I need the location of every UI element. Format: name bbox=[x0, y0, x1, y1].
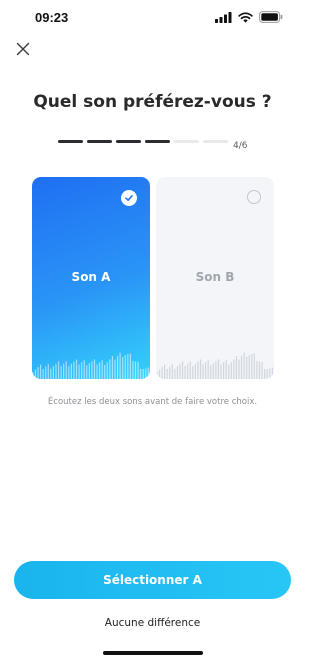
sound-card-a[interactable]: Son A bbox=[32, 177, 150, 379]
progress-segment bbox=[203, 140, 228, 143]
no-difference-button[interactable]: Aucune différence bbox=[0, 617, 305, 629]
progress-segment bbox=[58, 140, 83, 143]
progress-segment bbox=[174, 140, 199, 143]
select-button[interactable]: Sélectionner A bbox=[14, 561, 291, 599]
page-title: Quel son préférez-vous ? bbox=[33, 92, 272, 112]
progress-segment bbox=[145, 140, 170, 143]
hint-text: Écoutez les deux sons avant de faire vot… bbox=[47, 397, 258, 407]
progress-bar bbox=[58, 140, 232, 143]
home-indicator bbox=[103, 651, 203, 655]
progress-segment bbox=[87, 140, 112, 143]
progress-count: 4/6 bbox=[233, 141, 248, 151]
radio-empty-icon bbox=[247, 190, 261, 204]
status-icons bbox=[215, 11, 283, 23]
check-circle-icon bbox=[121, 190, 137, 206]
waveform-a bbox=[32, 352, 149, 379]
sound-card-b-label: Son B bbox=[195, 270, 235, 284]
progress-segment bbox=[116, 140, 141, 143]
sound-card-b[interactable]: Son B bbox=[156, 177, 274, 379]
status-bar: 09:23 bbox=[0, 0, 305, 36]
wifi-icon bbox=[238, 11, 253, 23]
close-button[interactable] bbox=[14, 40, 32, 58]
sound-card-a-label: Son A bbox=[71, 270, 111, 284]
status-time: 09:23 bbox=[35, 10, 69, 25]
signal-icon bbox=[215, 11, 232, 23]
waveform-b bbox=[156, 352, 273, 379]
screen: 09:23 Quel son préférez-vous ? 4/6 Son A… bbox=[0, 0, 305, 661]
battery-icon bbox=[259, 11, 283, 23]
close-icon bbox=[16, 42, 30, 56]
